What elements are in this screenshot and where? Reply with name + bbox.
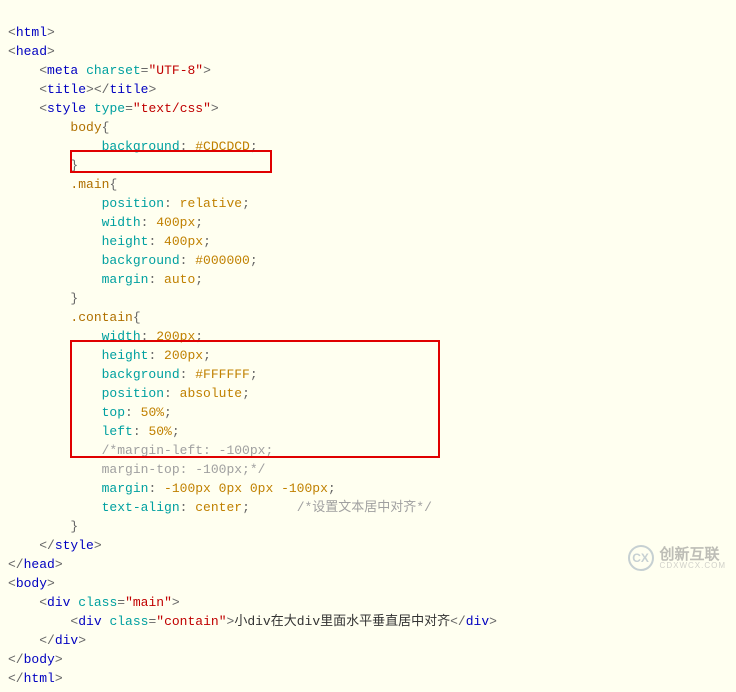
code-block: <html> <head> <meta charset="UTF-8"> <ti… [0,0,736,692]
tag-head: head [16,44,47,59]
tag-html: html [16,25,47,40]
tag-body: body [16,576,47,591]
